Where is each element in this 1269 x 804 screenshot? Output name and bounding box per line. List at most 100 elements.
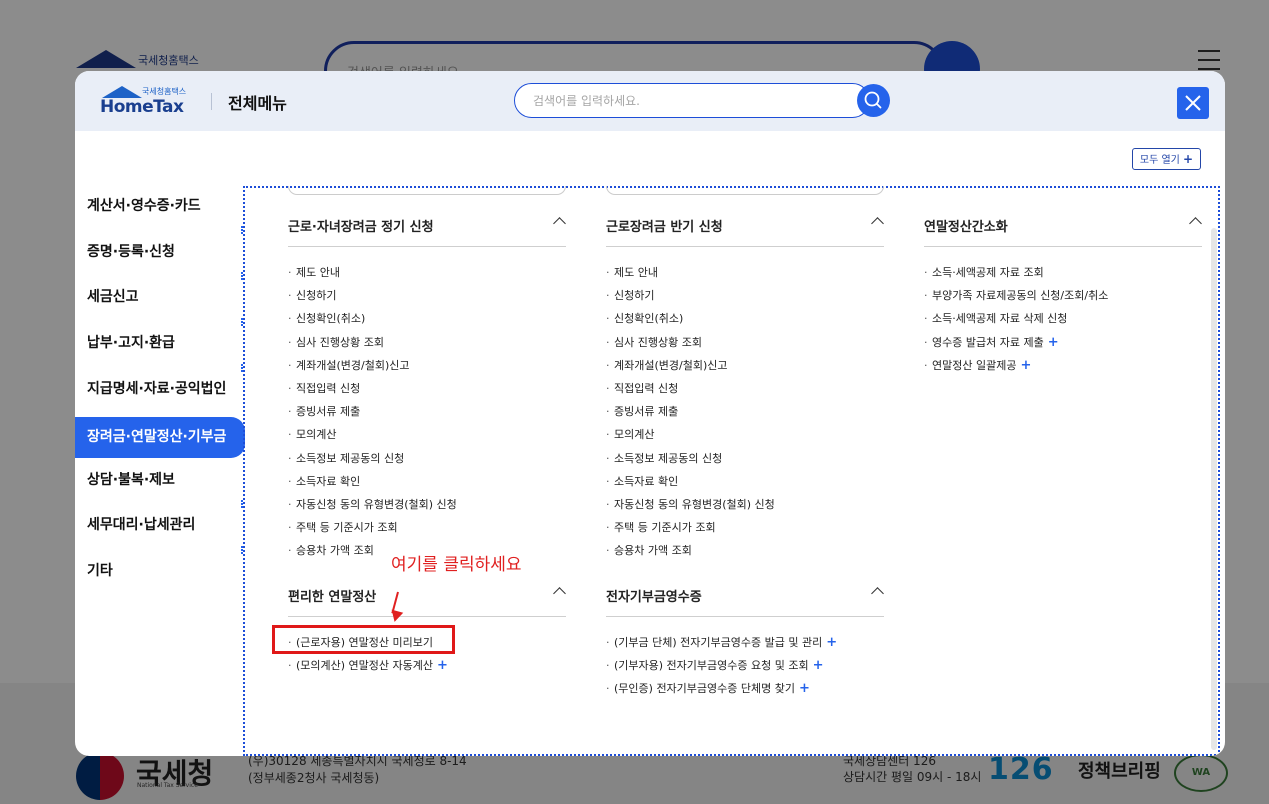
chevron-up-icon — [871, 217, 884, 230]
section-header[interactable]: 전자기부금영수증 — [606, 572, 884, 617]
logo-main-text: HomeTax — [100, 97, 184, 117]
logo-small-text: 국세청홈택스 — [142, 87, 187, 96]
chevron-up-icon — [553, 217, 566, 230]
previous-section-edge — [288, 186, 566, 195]
menu-item[interactable]: 제도 안내 — [606, 261, 884, 284]
menu-item[interactable]: 소득자료 확인 — [288, 470, 566, 493]
search-button[interactable] — [857, 84, 890, 117]
open-all-button[interactable]: 모두 열기 + — [1132, 148, 1201, 170]
section-header[interactable]: 연말정산간소화 — [924, 202, 1202, 247]
menu-item-label: (기부자용) 전자기부금영수증 요청 및 조회 — [614, 659, 809, 673]
sidebar-item-certificate[interactable]: 증명·등록·신청 — [75, 232, 245, 273]
menu-item[interactable]: 직접입력 신청 — [288, 377, 566, 400]
section-menu-list: 제도 안내 신청하기 신청확인(취소) 심사 진행상황 조회 계좌개설(변경/철… — [606, 247, 884, 562]
menu-item[interactable]: 자동신청 동의 유형변경(철회) 신청 — [288, 493, 566, 516]
menu-item[interactable]: 연말정산 일괄제공+ — [924, 354, 1202, 377]
menu-item[interactable]: 신청하기 — [606, 284, 884, 307]
menu-item[interactable]: 소득정보 제공동의 신청 — [288, 447, 566, 470]
annotation-highlight-box — [272, 625, 455, 654]
section-incentive-half: 근로장려금 반기 신청 제도 안내 신청하기 신청확인(취소) 심사 진행상황 … — [606, 202, 884, 562]
open-all-label: 모두 열기 — [1139, 155, 1180, 166]
chevron-up-icon — [871, 587, 884, 600]
section-menu-list: 제도 안내 신청하기 신청확인(취소) 심사 진행상황 조회 계좌개설(변경/철… — [288, 247, 566, 562]
menu-item[interactable]: 계좌개설(변경/철회)신고 — [288, 354, 566, 377]
close-button[interactable] — [1177, 87, 1209, 119]
menu-item[interactable]: 주택 등 기준시가 조회 — [288, 516, 566, 539]
chevron-up-icon — [1189, 217, 1202, 230]
menu-item[interactable]: 심사 진행상황 조회 — [288, 331, 566, 354]
modal-title: 전체메뉴 — [228, 94, 287, 113]
menu-item[interactable]: (기부자용) 전자기부금영수증 요청 및 조회 + — [606, 654, 884, 677]
hometax-logo[interactable]: 국세청홈택스 HomeTax — [98, 84, 198, 118]
menu-item[interactable]: 부양가족 자료제공동의 신청/조회/취소 — [924, 284, 1202, 307]
sidebar-item-consultation[interactable]: 상담·불복·제보 — [75, 460, 245, 501]
panel-scrollbar[interactable] — [1211, 228, 1217, 750]
plus-icon: + — [1183, 152, 1194, 166]
menu-item[interactable]: 승용차 가액 조회 — [606, 539, 884, 562]
sidebar-item-tax-return[interactable]: 세금신고 — [75, 277, 245, 318]
menu-item[interactable]: 소득정보 제공동의 신청 — [606, 447, 884, 470]
sidebar-item-payment[interactable]: 납부·고지·환급 — [75, 323, 245, 364]
menu-item-label: (기부금 단체) 전자기부금영수증 발급 및 관리 — [614, 636, 823, 649]
plus-icon[interactable]: + — [437, 658, 448, 673]
section-header[interactable]: 근로장려금 반기 신청 — [606, 202, 884, 247]
menu-item-label: 연말정산 일괄제공 — [932, 358, 1017, 372]
menu-item[interactable]: 신청하기 — [288, 284, 566, 307]
menu-item[interactable]: 제도 안내 — [288, 261, 566, 284]
menu-item[interactable]: 계좌개설(변경/철회)신고 — [606, 354, 884, 377]
plus-icon[interactable]: + — [799, 681, 810, 696]
annotation-hint-text: 여기를 클릭하세요 — [391, 555, 522, 575]
plus-icon[interactable]: + — [813, 658, 824, 673]
menu-item[interactable]: 모의계산 — [606, 423, 884, 446]
menu-item-label: 소득·세액공제 자료 조회 — [932, 266, 1044, 279]
menu-item[interactable]: 영수증 발급처 자료 제출 + — [924, 331, 1202, 354]
sidebar-item-incentive-yearend[interactable]: 장려금·연말정산·기부금 — [75, 417, 245, 458]
menu-item[interactable]: 증빙서류 제출 — [606, 400, 884, 423]
close-icon — [1185, 95, 1201, 111]
section-menu-list: (기부금 단체) 전자기부금영수증 발급 및 관리+ (기부자용) 전자기부금영… — [606, 617, 884, 701]
section-title: 편리한 연말정산 — [288, 590, 377, 605]
sidebar-item-payment-statement[interactable]: 지급명세·자료·공익법인 — [75, 369, 245, 410]
previous-section-edge — [606, 186, 884, 195]
menu-item[interactable]: 신청확인(취소) — [606, 307, 884, 330]
menu-item[interactable]: 증빙서류 제출 — [288, 400, 566, 423]
menu-item[interactable]: (무인증) 전자기부금영수증 단체명 찾기 + — [606, 677, 884, 700]
menu-item[interactable]: 직접입력 신청 — [606, 377, 884, 400]
plus-icon[interactable]: + — [1048, 335, 1059, 350]
menu-item[interactable]: (기부금 단체) 전자기부금영수증 발급 및 관리+ — [606, 631, 884, 654]
menu-item[interactable]: 주택 등 기준시가 조회 — [606, 516, 884, 539]
section-header[interactable]: 편리한 연말정산 — [288, 572, 566, 617]
submenu-panel: 근로·자녀장려금 정기 신청 제도 안내 신청하기 신청확인(취소) 심사 진행… — [243, 186, 1220, 756]
menu-item[interactable]: 자동신청 동의 유형변경(철회) 신청 — [606, 493, 884, 516]
sidebar-item-invoice[interactable]: 계산서·영수증·카드 — [75, 186, 245, 227]
chevron-up-icon — [553, 587, 566, 600]
section-menu-list: 소득·세액공제 자료 조회 부양가족 자료제공동의 신청/조회/취소 소득·세액… — [924, 247, 1202, 377]
plus-icon[interactable]: + — [826, 635, 837, 650]
menu-item[interactable]: (모의계산) 연말정산 자동계산+ — [288, 654, 566, 677]
section-e-donation-receipt: 전자기부금영수증 (기부금 단체) 전자기부금영수증 발급 및 관리+ (기부자… — [606, 572, 884, 701]
section-title: 근로장려금 반기 신청 — [606, 220, 723, 235]
header-divider — [211, 93, 212, 110]
menu-item[interactable]: 소득·세액공제 자료 조회 — [924, 261, 1202, 284]
menu-item-label: (무인증) 전자기부금영수증 단체명 찾기 — [614, 682, 795, 696]
menu-search-input[interactable] — [514, 83, 870, 118]
sidebar-item-tax-agent[interactable]: 세무대리·납세관리 — [75, 505, 245, 546]
menu-item[interactable]: 심사 진행상황 조회 — [606, 331, 884, 354]
section-title: 근로·자녀장려금 정기 신청 — [288, 220, 434, 235]
menu-item[interactable]: 모의계산 — [288, 423, 566, 446]
full-menu-modal: 국세청홈택스 HomeTax 전체메뉴 모두 열기 + 계산서·영수증·카드 증… — [75, 71, 1225, 756]
menu-item-label: 소득·세액공제 자료 삭제 신청 — [932, 312, 1068, 326]
section-header[interactable]: 근로·자녀장려금 정기 신청 — [288, 202, 566, 247]
section-yearend-simplified: 연말정산간소화 소득·세액공제 자료 조회 부양가족 자료제공동의 신청/조회/… — [924, 202, 1202, 377]
menu-item-label: (모의계산) 연말정산 자동계산 — [296, 659, 434, 673]
modal-header: 국세청홈택스 HomeTax 전체메뉴 — [75, 71, 1225, 131]
section-title: 전자기부금영수증 — [606, 590, 702, 605]
menu-item[interactable]: 소득·세액공제 자료 삭제 신청 — [924, 307, 1202, 330]
menu-item-label: 영수증 발급처 자료 제출 — [932, 335, 1044, 349]
section-incentive-regular: 근로·자녀장려금 정기 신청 제도 안내 신청하기 신청확인(취소) 심사 진행… — [288, 202, 566, 562]
sidebar-item-etc[interactable]: 기타 — [75, 551, 245, 592]
menu-item[interactable]: 신청확인(취소) — [288, 307, 566, 330]
plus-icon[interactable]: + — [1020, 358, 1031, 373]
menu-item[interactable]: 소득자료 확인 — [606, 470, 884, 493]
menu-item-label: 부양가족 자료제공동의 신청/조회/취소 — [932, 289, 1109, 303]
